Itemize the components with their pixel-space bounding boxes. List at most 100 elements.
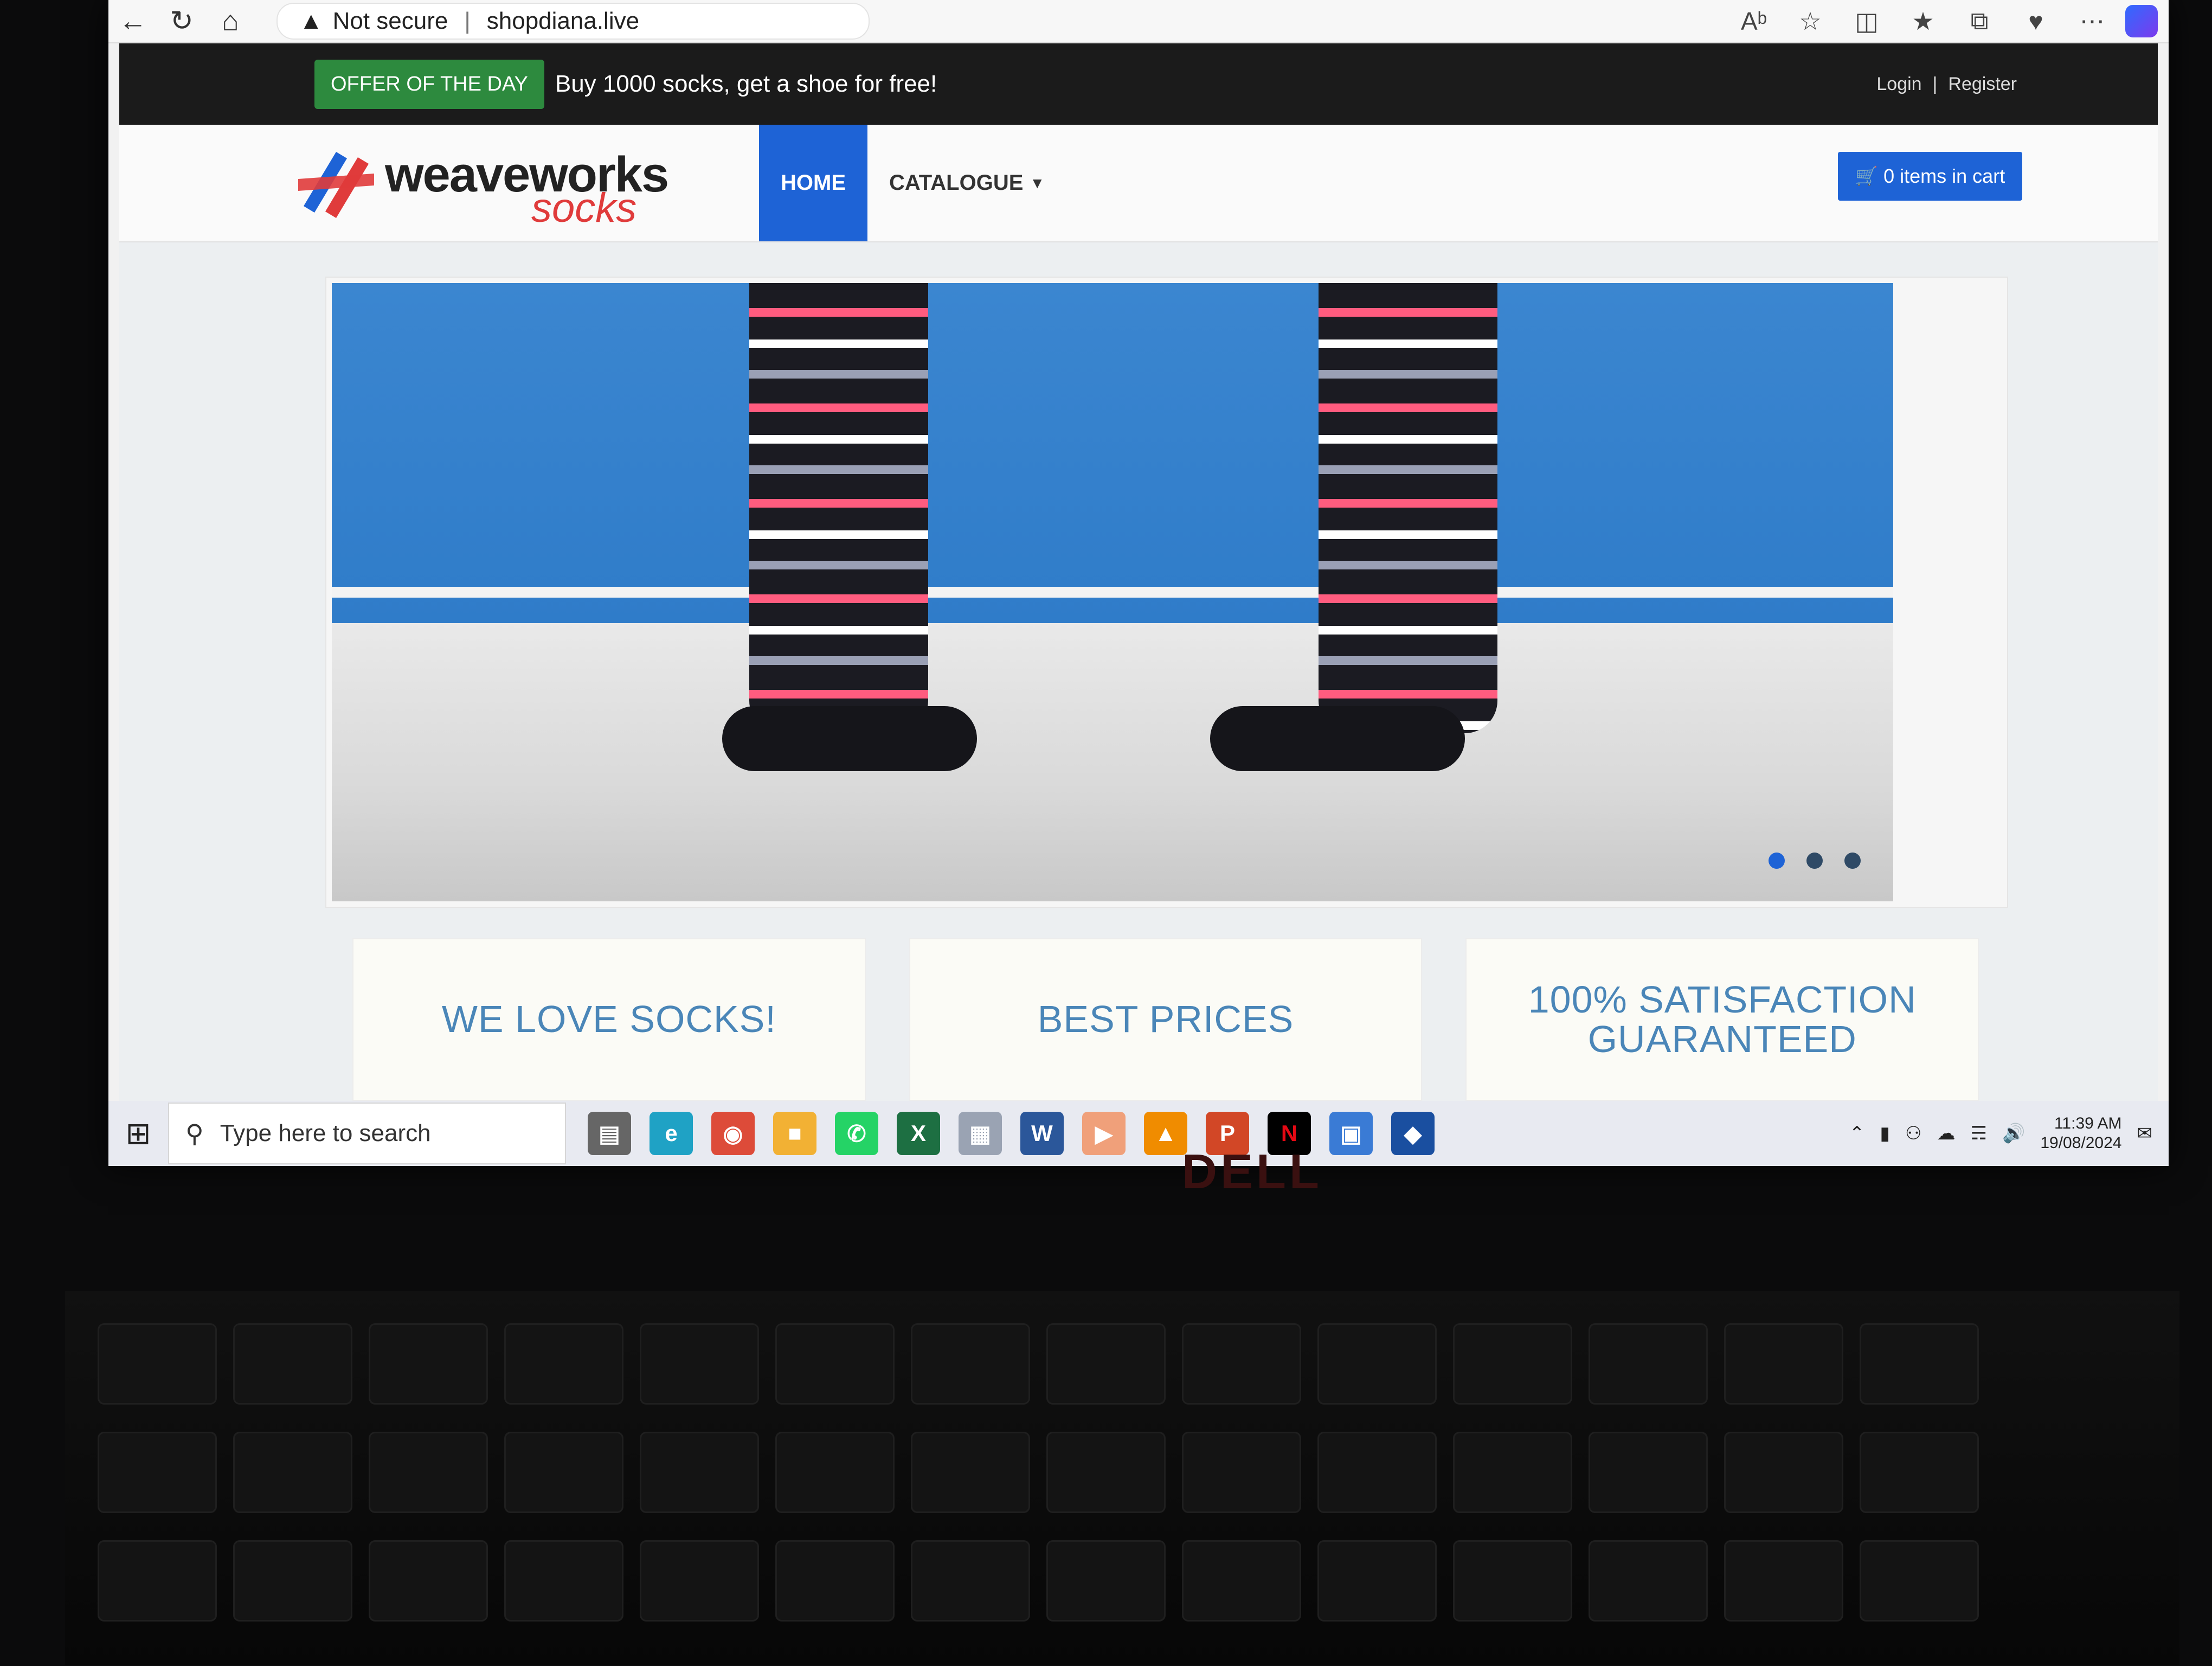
feature-love-socks: WE LOVE SOCKS! xyxy=(352,938,866,1101)
wall-ledge xyxy=(332,587,1893,598)
nav-catalogue[interactable]: CATALOGUE ▼ xyxy=(889,125,1045,241)
key xyxy=(911,1323,1030,1405)
collections-icon[interactable]: ⧉ xyxy=(1956,2,2003,40)
key xyxy=(1860,1540,1979,1622)
key xyxy=(1724,1432,1843,1513)
key xyxy=(1589,1432,1708,1513)
carousel-dot-3[interactable] xyxy=(1844,853,1861,869)
key xyxy=(369,1323,488,1405)
read-aloud-icon[interactable]: Aᵇ xyxy=(1731,2,1777,40)
security-label: Not secure xyxy=(332,8,448,34)
home-icon[interactable]: ⌂ xyxy=(206,2,255,40)
key xyxy=(1182,1432,1301,1513)
whatsapp-icon[interactable]: ✆ xyxy=(835,1112,878,1155)
feature-boxes: WE LOVE SOCKS! BEST PRICES 100% SATISFAC… xyxy=(352,938,1979,1101)
maps-icon[interactable]: ▦ xyxy=(959,1112,1002,1155)
key xyxy=(640,1323,759,1405)
address-bar[interactable]: ▲ Not secure | shopdiana.live xyxy=(276,3,870,40)
browser-essentials-icon[interactable]: ♥ xyxy=(2012,2,2059,40)
clock-date: 19/08/2024 xyxy=(2040,1134,2122,1152)
keyboard-row-3 xyxy=(65,1540,2212,1627)
media-player-icon[interactable]: ▶ xyxy=(1082,1112,1126,1155)
onedrive-icon[interactable]: ☁ xyxy=(1937,1123,1956,1144)
auth-links: Login | Register xyxy=(1876,43,2017,125)
key xyxy=(1453,1540,1572,1622)
more-menu-icon[interactable]: ⋯ xyxy=(2069,2,2115,40)
right-sock xyxy=(1319,283,1497,733)
key xyxy=(98,1540,217,1622)
key xyxy=(1182,1323,1301,1405)
key xyxy=(233,1432,352,1513)
back-icon[interactable]: ← xyxy=(108,2,157,40)
tray-chevron-icon[interactable]: ⌃ xyxy=(1849,1123,1865,1144)
nav-home[interactable]: HOME xyxy=(759,125,867,241)
windows-start-icon[interactable]: ⊞ xyxy=(108,1101,168,1166)
chrome-icon[interactable]: ◉ xyxy=(711,1112,755,1155)
key xyxy=(504,1323,623,1405)
offer-text: Buy 1000 socks, get a shoe for free! xyxy=(555,71,937,97)
taskbar-search[interactable]: ⚲ Type here to search xyxy=(168,1103,566,1164)
keyboard-row-1 xyxy=(65,1323,2212,1410)
key xyxy=(640,1540,759,1622)
excel-icon[interactable]: X xyxy=(897,1112,940,1155)
split-screen-icon[interactable]: ◫ xyxy=(1843,2,1890,40)
clock-time: 11:39 AM xyxy=(2054,1114,2122,1132)
key xyxy=(911,1432,1030,1513)
offer-bar: OFFER OF THE DAY Buy 1000 socks, get a s… xyxy=(119,43,2158,125)
left-sock xyxy=(749,283,928,733)
volume-icon[interactable]: 🔊 xyxy=(2002,1123,2025,1144)
system-tray: ⌃ ▮ ⚇ ☁ ☴ 🔊 11:39 AM 19/08/2024 ✉ xyxy=(1849,1101,2152,1166)
carousel-dot-1[interactable] xyxy=(1769,853,1785,869)
key xyxy=(1317,1432,1437,1513)
key xyxy=(1317,1540,1437,1622)
vlc-icon[interactable]: ▲ xyxy=(1144,1112,1187,1155)
login-link[interactable]: Login xyxy=(1876,74,1921,95)
taskbar-clock[interactable]: 11:39 AM 19/08/2024 xyxy=(2040,1114,2121,1153)
key xyxy=(775,1540,895,1622)
keyboard-row-2 xyxy=(65,1432,2212,1518)
usb-icon[interactable]: ⚇ xyxy=(1905,1123,1921,1144)
taskbar-search-placeholder: Type here to search xyxy=(220,1120,431,1146)
webpage: OFFER OF THE DAY Buy 1000 socks, get a s… xyxy=(119,43,2158,1101)
virtualbox-icon[interactable]: ◆ xyxy=(1391,1112,1435,1155)
file-explorer-icon[interactable]: ■ xyxy=(773,1112,816,1155)
chevron-down-icon: ▼ xyxy=(1030,174,1045,191)
key xyxy=(98,1323,217,1405)
hero-carousel[interactable] xyxy=(325,277,2008,908)
key xyxy=(775,1432,895,1513)
key xyxy=(1317,1323,1437,1405)
notifications-icon[interactable]: ✉ xyxy=(2137,1123,2153,1144)
key xyxy=(233,1323,352,1405)
left-sock-foot xyxy=(722,706,977,771)
battery-icon[interactable]: ▮ xyxy=(1880,1123,1890,1144)
key xyxy=(1182,1540,1301,1622)
key xyxy=(233,1540,352,1622)
auth-separator: | xyxy=(1932,73,1938,94)
wifi-icon[interactable]: ☴ xyxy=(1971,1123,1987,1144)
key xyxy=(911,1540,1030,1622)
cart-icon: 🛒 xyxy=(1855,166,1879,187)
right-sock-foot xyxy=(1210,706,1465,771)
word-icon[interactable]: W xyxy=(1020,1112,1064,1155)
task-view-icon[interactable]: ▤ xyxy=(588,1112,631,1155)
url-text: shopdiana.live xyxy=(486,8,640,34)
search-icon: ⚲ xyxy=(185,1119,204,1148)
key xyxy=(1724,1540,1843,1622)
edge-icon[interactable]: e xyxy=(650,1112,693,1155)
key xyxy=(1589,1540,1708,1622)
key xyxy=(98,1432,217,1513)
key xyxy=(1046,1432,1166,1513)
refresh-icon[interactable]: ↻ xyxy=(157,2,206,40)
store-icon[interactable]: ▣ xyxy=(1329,1112,1373,1155)
favorites-icon[interactable]: ★ xyxy=(1900,2,1946,40)
feature-best-prices: BEST PRICES xyxy=(909,938,1423,1101)
register-link[interactable]: Register xyxy=(1948,74,2017,95)
favorite-star-icon[interactable]: ☆ xyxy=(1787,2,1834,40)
copilot-icon[interactable] xyxy=(2125,5,2158,37)
feature-satisfaction: 100% SATISFACTION GUARANTEED xyxy=(1465,938,1979,1101)
carousel-dot-2[interactable] xyxy=(1806,853,1823,869)
weaveworks-logo[interactable]: weaveworks socks xyxy=(293,141,683,231)
key xyxy=(369,1432,488,1513)
windows-taskbar: ⊞ ⚲ Type here to search ▤ e ◉ ■ ✆ X ▦ W … xyxy=(108,1101,2169,1166)
cart-button[interactable]: 🛒 0 items in cart xyxy=(1838,152,2022,201)
